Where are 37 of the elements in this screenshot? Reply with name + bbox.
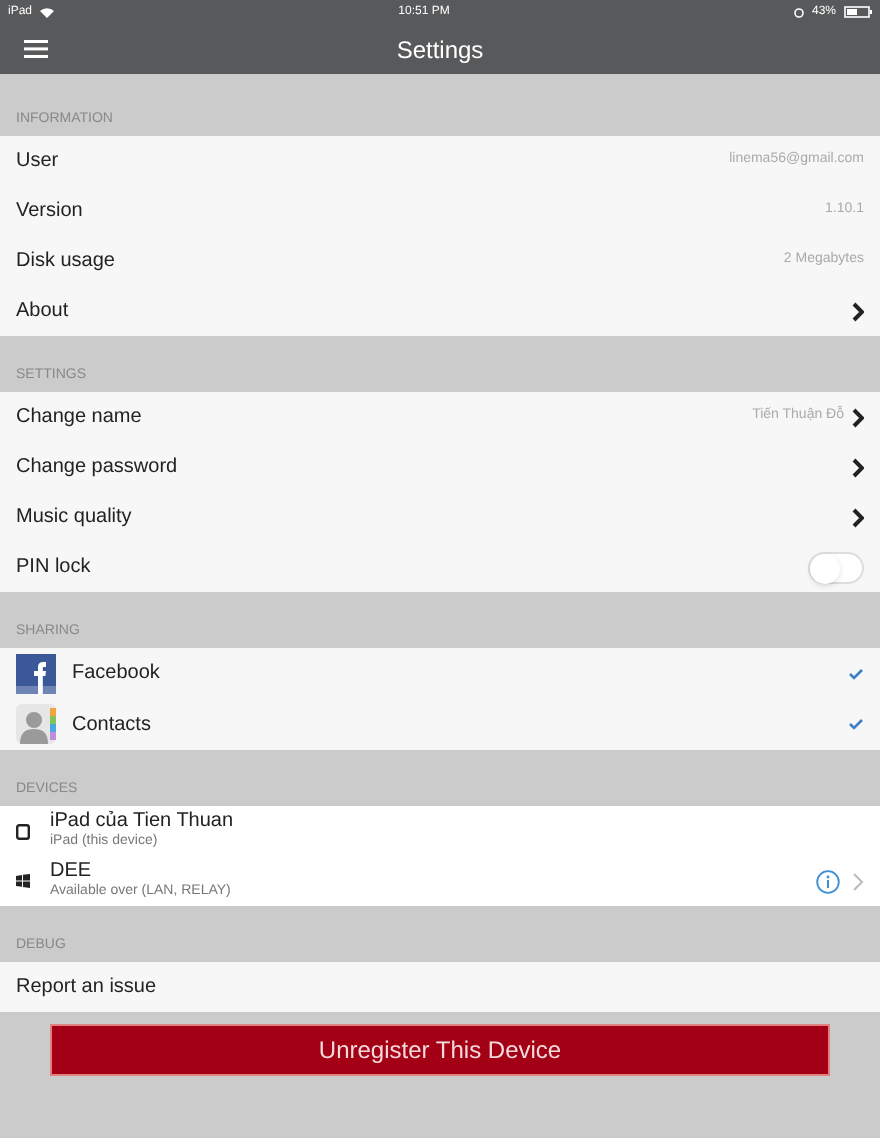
info-icon[interactable] (816, 869, 840, 893)
chevron-icon (852, 507, 864, 527)
tablet-icon (16, 823, 30, 839)
row-label: Change name (16, 404, 142, 432)
settings-row[interactable]: Music quality (0, 492, 880, 542)
row-label: Contacts (72, 711, 151, 740)
sharing-row[interactable]: Facebook (0, 648, 880, 699)
contacts-icon (16, 704, 56, 745)
toggle-switch[interactable] (808, 551, 864, 583)
row-label: Facebook (72, 660, 160, 689)
facebook-icon (16, 653, 56, 694)
lock-rotation-icon (793, 7, 804, 17)
row-label: Change password (16, 454, 178, 482)
row-label: About (16, 298, 69, 326)
wifi-icon (40, 7, 55, 17)
menu-icon[interactable] (24, 40, 48, 58)
row-label: Music quality (16, 504, 132, 532)
settings-row[interactable]: About (0, 286, 880, 336)
row-label: User (16, 148, 59, 176)
nav-title: Settings (396, 33, 484, 67)
row-label: Report an issue (16, 974, 157, 1002)
chevron-icon (852, 871, 864, 891)
chevron-icon (852, 457, 864, 477)
device-name: DEE (50, 859, 94, 883)
sharing-row[interactable]: Contacts (0, 699, 880, 750)
row-label: Version (16, 198, 83, 226)
settings-row[interactable]: Change password (0, 442, 880, 492)
settings-row[interactable]: PIN lock (0, 542, 880, 592)
chevron-icon (852, 301, 864, 321)
chevron-icon (852, 407, 864, 427)
windows-icon (16, 874, 30, 888)
row-label: Disk usage (16, 248, 115, 276)
row-label: PIN lock (16, 554, 91, 582)
battery-icon (844, 6, 872, 18)
device-name: iPad của Tien Thuan (50, 809, 234, 833)
settings-row[interactable]: Report an issue (0, 962, 880, 1012)
unregister-button[interactable]: Unregister This Device (50, 1024, 830, 1076)
